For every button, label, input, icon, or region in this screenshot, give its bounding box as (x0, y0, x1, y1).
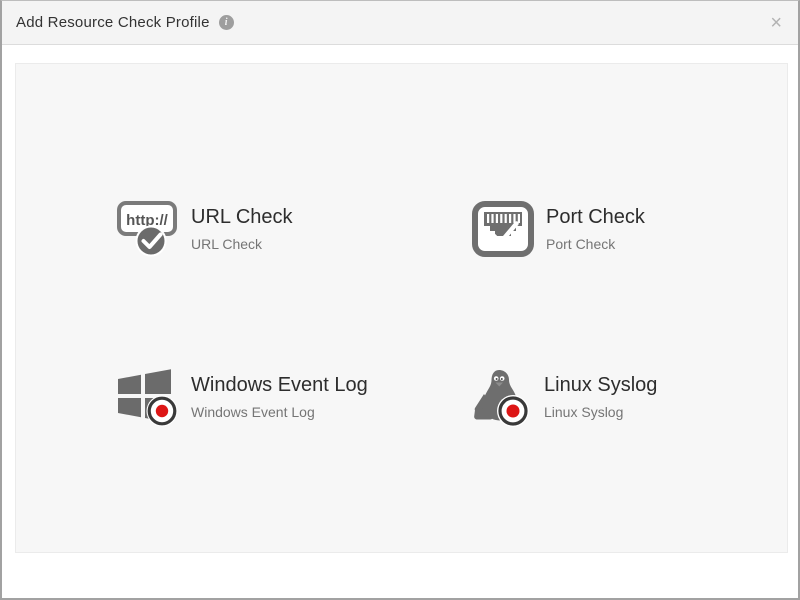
options-panel: http:// URL Check URL Check (15, 63, 788, 553)
option-title: Port Check (546, 206, 645, 229)
option-subtitle: Port Check (546, 236, 645, 252)
option-url-check[interactable]: http:// URL Check URL Check (113, 196, 293, 262)
url-check-icon: http:// (113, 196, 183, 262)
port-check-icon-svg (471, 200, 535, 258)
tux-penguin-icon-svg (468, 366, 534, 428)
tux-penguin-icon (466, 364, 536, 430)
option-linux-syslog[interactable]: Linux Syslog Linux Syslog (466, 364, 657, 430)
option-text: Windows Event Log Windows Event Log (191, 374, 368, 420)
close-icon[interactable]: × (770, 13, 782, 33)
option-subtitle: Windows Event Log (191, 404, 368, 420)
dialog-title: Add Resource Check Profile (16, 14, 210, 31)
option-text: Port Check Port Check (546, 206, 645, 252)
dialog-header: Add Resource Check Profile i × (2, 1, 798, 45)
option-title: URL Check (191, 206, 293, 229)
windows-logo-icon-svg (115, 367, 181, 427)
option-text: URL Check URL Check (191, 206, 293, 252)
info-icon[interactable]: i (219, 15, 234, 30)
option-subtitle: Linux Syslog (544, 404, 657, 420)
option-subtitle: URL Check (191, 236, 293, 252)
option-title: Windows Event Log (191, 374, 368, 397)
add-resource-check-profile-dialog: Add Resource Check Profile i × http:// U… (0, 0, 800, 600)
url-check-icon-svg: http:// (115, 200, 181, 258)
option-text: Linux Syslog Linux Syslog (544, 374, 657, 420)
option-port-check[interactable]: Port Check Port Check (468, 196, 645, 262)
option-title: Linux Syslog (544, 374, 657, 397)
windows-logo-icon (113, 364, 183, 430)
port-check-icon (468, 196, 538, 262)
option-windows-event-log[interactable]: Windows Event Log Windows Event Log (113, 364, 368, 430)
